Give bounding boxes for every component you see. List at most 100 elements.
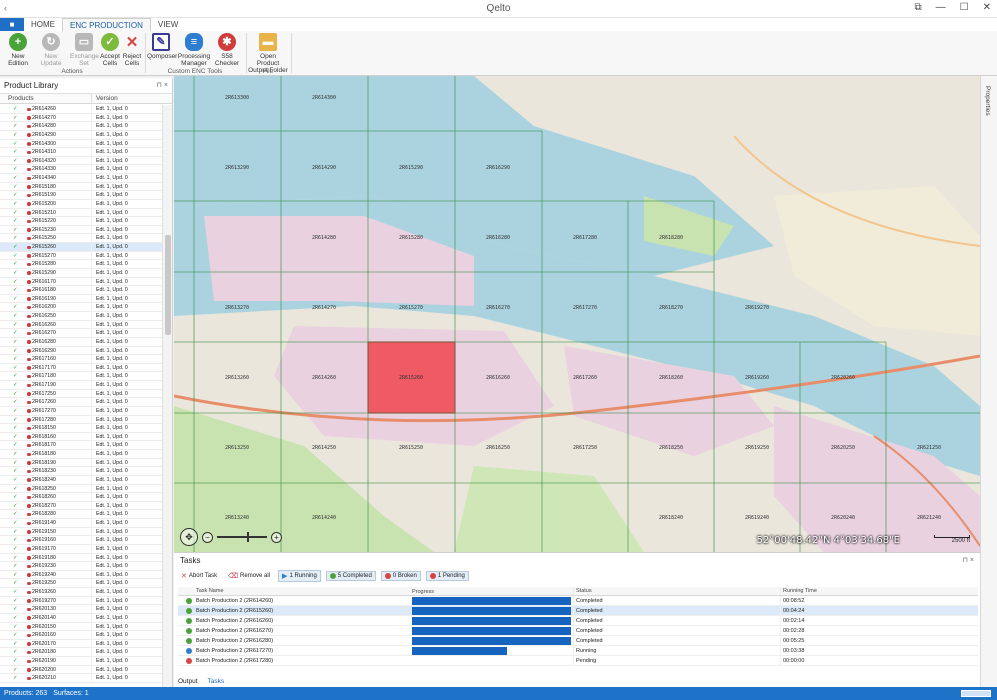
enc-cell-label[interactable]: 2R619270 (745, 305, 769, 311)
list-item[interactable]: 2R614280 Edt. 1, Upd. 0 (0, 122, 162, 131)
maximize-icon[interactable]: ☐ (960, 2, 969, 13)
list-item[interactable]: 2R615210 Edt. 1, Upd. 0 (0, 208, 162, 218)
panel-pin-close-icon[interactable]: ⊓ × (157, 78, 169, 94)
list-item[interactable]: 2R618250 Edt. 1, Upd. 0 (0, 484, 162, 494)
list-item[interactable]: 2R615290 Edt. 1, Upd. 0 (0, 268, 162, 278)
list-item[interactable]: 2R618270 Edt. 1, Upd. 0 (0, 501, 162, 511)
table-row[interactable]: Batch Production 2 (2R617280) Pending 00:0… (178, 656, 978, 666)
enc-cell-label[interactable]: 2R620240 (831, 515, 855, 521)
list-item[interactable]: 2R618150 Edt. 1, Upd. 0 (0, 424, 162, 433)
list-item[interactable]: 2R619180 Edt. 1, Upd. 0 (0, 553, 162, 563)
enc-cell-label[interactable]: 2R614280 (312, 235, 336, 241)
list-item[interactable]: 2R619230 Edt. 1, Upd. 0 (0, 562, 162, 571)
map-view[interactable]: 2R613300 2R614300 2R613290 2R614290 2R615290… (174, 76, 980, 552)
list-item[interactable]: 2R620140 Edt. 1, Upd. 0 (0, 613, 162, 623)
list-item[interactable]: 2R617260 Edt. 1, Upd. 0 (0, 398, 162, 407)
table-row[interactable]: Batch Production 2 (2R616270) Completed 00… (178, 626, 978, 636)
list-item[interactable]: 2R619270 Edt. 1, Upd. 0 (0, 596, 162, 606)
new-update-button[interactable]: ↻ New Update (36, 33, 66, 67)
zoom-out-icon[interactable]: − (202, 531, 213, 543)
enc-cell-label[interactable]: 2R615290 (399, 165, 423, 171)
list-item[interactable]: 2R615280 Edt. 1, Upd. 0 (0, 260, 162, 269)
list-item[interactable]: 2R615200 Edt. 1, Upd. 0 (0, 199, 162, 209)
enc-cell-label[interactable]: 2R614260 (312, 375, 336, 381)
list-item[interactable]: 2R615180 Edt. 1, Upd. 0 (0, 182, 162, 192)
list-item[interactable]: 2R620130 Edt. 1, Upd. 0 (0, 605, 162, 614)
enc-cell-label[interactable]: 2R621250 (917, 445, 941, 451)
enc-cell-label[interactable]: 2R618280 (659, 235, 683, 241)
abort-task-button[interactable]: ✕ Abort Task (178, 571, 220, 581)
reject-cells-button[interactable]: ✕ Reject Cells (122, 33, 142, 68)
list-item[interactable]: 2R619250 Edt. 1, Upd. 0 (0, 579, 162, 588)
enc-cell-label[interactable]: 2R614250 (312, 445, 336, 451)
enc-cell-label[interactable]: 2R620260 (831, 375, 855, 381)
table-row[interactable]: Batch Production 2 (2R614260) Completed 00… (178, 596, 978, 606)
zoom-slider[interactable] (217, 532, 267, 542)
map-canvas[interactable] (174, 76, 980, 552)
column-header-version[interactable]: Version (92, 94, 118, 103)
list-item[interactable]: 2R614260 Edt. 1, Upd. 0 (0, 105, 162, 114)
enc-cell-label[interactable]: 2R616250 (486, 445, 510, 451)
list-item[interactable]: 2R619240 Edt. 1, Upd. 0 (0, 570, 162, 580)
filter-pending-button[interactable]: 1 Pending (425, 571, 469, 581)
enc-cell-label[interactable]: 2R616290 (486, 165, 510, 171)
enc-cell-label[interactable]: 2R615250 (399, 445, 423, 451)
enc-cell-label[interactable]: 2R616270 (486, 305, 510, 311)
list-item[interactable]: 2R616250 Edt. 1, Upd. 0 (0, 312, 162, 321)
enc-cell-label[interactable]: 2R621240 (917, 515, 941, 521)
list-item[interactable]: 2R619150 Edt. 1, Upd. 0 (0, 527, 162, 537)
remove-all-button[interactable]: ⌫ Remove all (225, 571, 273, 581)
filter-running-button[interactable]: ▶ 1 Running (278, 570, 321, 582)
list-item[interactable]: 2R620170 Edt. 1, Upd. 0 (0, 639, 162, 649)
list-item[interactable]: 2R618280 Edt. 1, Upd. 0 (0, 510, 162, 519)
list-item[interactable]: 2R619260 Edt. 1, Upd. 0 (0, 588, 162, 597)
tab-home[interactable]: HOME (24, 18, 62, 31)
close-icon[interactable]: ✕ (983, 2, 991, 13)
column-header-status[interactable]: Status (573, 587, 780, 595)
list-item[interactable]: 2R616180 Edt. 1, Upd. 0 (0, 286, 162, 295)
list-item[interactable]: 2R618260 Edt. 1, Upd. 0 (0, 493, 162, 502)
list-item[interactable]: 2R618240 Edt. 1, Upd. 0 (0, 475, 162, 485)
list-item[interactable]: 2R615260 Edt. 1, Upd. 0 (0, 243, 162, 252)
s58-checker-button[interactable]: ✱ S58 Checker (211, 33, 243, 67)
enc-cell-label[interactable]: 2R614300 (312, 95, 336, 101)
list-item[interactable]: 2R616260 Edt. 1, Upd. 0 (0, 320, 162, 330)
list-item[interactable]: 2R614340 Edt. 1, Upd. 0 (0, 174, 162, 183)
enc-cell-label[interactable]: 2R619240 (745, 515, 769, 521)
list-item[interactable]: 2R617160 Edt. 1, Upd. 0 (0, 355, 162, 364)
list-item[interactable]: 2R620200 Edt. 1, Upd. 0 (0, 665, 162, 675)
new-edition-button[interactable]: + New Edition (2, 33, 34, 67)
list-item[interactable]: 2R617190 Edt. 1, Upd. 0 (0, 381, 162, 390)
file-menu-tab[interactable]: ■ (0, 18, 24, 31)
enc-cell-label[interactable]: 2R618260 (659, 375, 683, 381)
column-header-products[interactable]: Products (0, 94, 92, 103)
table-row[interactable]: Batch Production 2 (2R616280) Completed 00… (178, 636, 978, 646)
enc-cell-label[interactable]: 2R614270 (312, 305, 336, 311)
enc-cell-label[interactable]: 2R615270 (399, 305, 423, 311)
accept-cells-button[interactable]: ✓ Accept Cells (99, 33, 121, 67)
enc-cell-label[interactable]: 2R616280 (486, 235, 510, 241)
list-item[interactable]: 2R617180 Edt. 1, Upd. 0 (0, 372, 162, 381)
table-row[interactable]: Batch Production 2 (2R616260) Completed 00… (178, 616, 978, 626)
list-item[interactable]: 2R620180 Edt. 1, Upd. 0 (0, 648, 162, 657)
list-item[interactable]: 2R614300 Edt. 1, Upd. 0 (0, 139, 162, 149)
enc-cell-label[interactable]: 2R614240 (312, 515, 336, 521)
list-item[interactable]: 2R614320 Edt. 1, Upd. 0 (0, 156, 162, 166)
exchange-set-button[interactable]: ▭ Exchange Set (70, 33, 99, 67)
list-item[interactable]: 2R617280 Edt. 1, Upd. 0 (0, 415, 162, 425)
processing-manager-button[interactable]: ≡ Processing Manager (177, 33, 211, 67)
tab-view[interactable]: VIEW (151, 18, 185, 31)
enc-cell-label[interactable]: 2R617260 (573, 375, 597, 381)
list-item[interactable]: 2R614330 Edt. 1, Upd. 0 (0, 165, 162, 174)
list-item[interactable]: 2R619140 Edt. 1, Upd. 0 (0, 519, 162, 528)
list-item[interactable]: 2R616200 Edt. 1, Upd. 0 (0, 303, 162, 312)
list-item[interactable]: 2R620210 Edt. 1, Upd. 0 (0, 674, 162, 683)
list-item[interactable]: 2R617250 Edt. 1, Upd. 0 (0, 389, 162, 399)
list-item[interactable]: 2R615220 Edt. 1, Upd. 0 (0, 217, 162, 226)
tab-output[interactable]: Output (178, 678, 198, 685)
enc-cell-label[interactable]: 2R617250 (573, 445, 597, 451)
list-item[interactable]: 2R614310 Edt. 1, Upd. 0 (0, 148, 162, 157)
scrollbar-thumb[interactable] (165, 235, 171, 335)
enc-cell-label[interactable]: 2R616260 (486, 375, 510, 381)
enc-cell-label[interactable]: 2R613290 (225, 165, 249, 171)
